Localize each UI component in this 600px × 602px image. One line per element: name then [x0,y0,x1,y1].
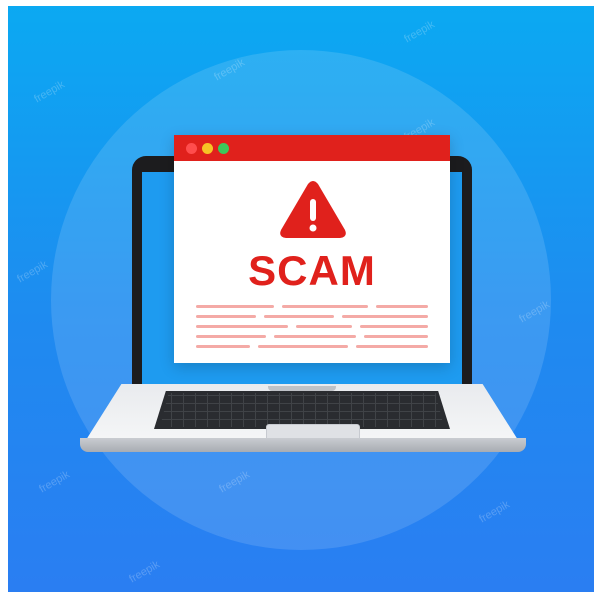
watermark: freepik [402,18,437,46]
minimize-dot-icon [202,143,213,154]
placeholder-line [282,305,368,308]
placeholder-line [196,345,250,348]
laptop-base-front [80,438,526,452]
watermark: freepik [37,468,72,496]
placeholder-line [356,345,428,348]
placeholder-line [376,305,428,308]
window-titlebar [174,135,450,161]
watermark: freepik [32,78,67,106]
placeholder-line [364,335,428,338]
placeholder-line [264,315,334,318]
placeholder-line [196,335,266,338]
scam-title: SCAM [248,247,376,294]
placeholder-line [342,315,428,318]
placeholder-line [258,345,348,348]
placeholder-line [296,325,352,328]
scam-alert-window: SCAM [174,135,450,363]
close-dot-icon [186,143,197,154]
watermark: freepik [15,258,50,286]
placeholder-line [360,325,428,328]
placeholder-line [196,315,256,318]
laptop-hinge-notch [268,386,336,391]
placeholder-line [196,325,288,328]
maximize-dot-icon [218,143,229,154]
watermark: freepik [127,558,162,586]
placeholder-line [196,305,274,308]
watermark: freepik [477,498,512,526]
placeholder-line [274,335,356,338]
exclamation-triangle-icon [280,181,346,238]
keyboard-keys [160,393,444,427]
illustration-canvas: freepik freepik freepik freepik freepik … [8,6,594,592]
